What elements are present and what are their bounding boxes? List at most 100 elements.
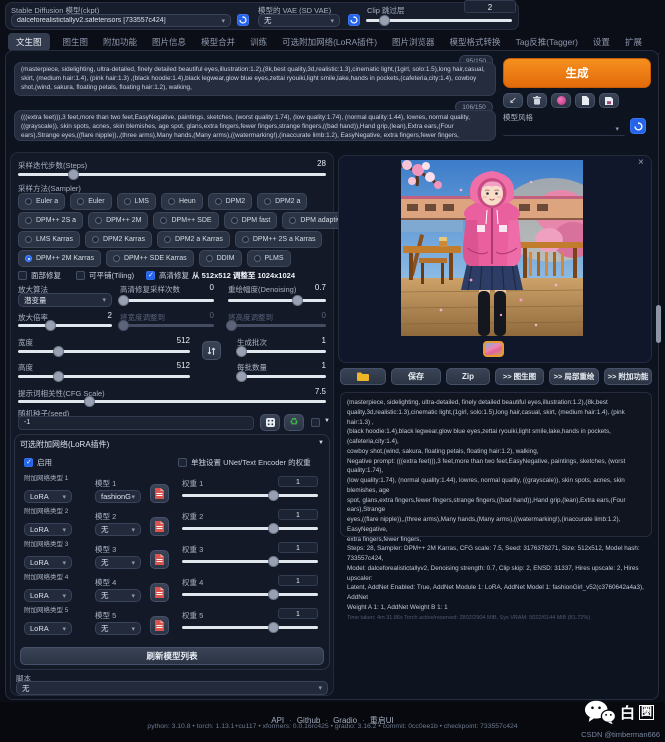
save-style-button[interactable] (599, 93, 619, 108)
lora-model-info-button[interactable] (150, 484, 169, 503)
tab-checkpoint-merger[interactable]: 模型合并 (199, 33, 237, 51)
tiling-checkbox[interactable] (76, 271, 85, 280)
lora-model-info-button[interactable] (150, 517, 169, 536)
lora-model-dropdown[interactable]: fashionG▾ (95, 490, 141, 503)
lora-model-dropdown[interactable]: 无▾ (95, 523, 141, 536)
sampler-option[interactable]: Heun (161, 193, 203, 210)
lora-weight-slider[interactable] (182, 593, 318, 596)
width-slider[interactable] (18, 350, 190, 353)
prompt-input[interactable]: (masterpiece, sidelighting, ultra-detail… (14, 62, 496, 96)
hires-steps-slider[interactable] (120, 299, 214, 302)
sampler-option[interactable]: DPM++ 2S a Karras (235, 231, 323, 248)
lora-weight-slider[interactable] (182, 527, 318, 530)
sampler-option[interactable]: DPM++ SDE (153, 212, 218, 229)
lora-model-info-button[interactable] (150, 616, 169, 635)
checkpoint-dropdown[interactable]: dalceforealistictallyv2.safetensors [733… (11, 14, 231, 27)
clear-prompt-button[interactable] (527, 93, 547, 108)
lora-weight-slider[interactable] (182, 626, 318, 629)
tab-tagger[interactable]: Tag反推(Tagger) (514, 33, 580, 51)
cfg-scale-value[interactable]: 7.5 (296, 387, 326, 396)
lora-weight-value[interactable]: 1 (278, 476, 318, 487)
sampler-option[interactable]: DPM fast (224, 212, 278, 229)
apply-style-button[interactable] (575, 93, 595, 108)
lora-type-dropdown[interactable]: LoRA▾ (24, 589, 72, 602)
batch-size-value[interactable]: 1 (296, 361, 326, 370)
sampler-option[interactable]: PLMS (247, 250, 291, 267)
steps-slider[interactable] (18, 173, 326, 176)
negative-prompt-input[interactable]: (((extra feet))),3 feet,more than two fe… (14, 110, 496, 141)
scrollbar-thumb[interactable] (656, 305, 661, 343)
lora-weight-value[interactable]: 1 (278, 542, 318, 553)
batch-size-slider[interactable] (237, 375, 326, 378)
lora-panel-title[interactable]: 可选附加网络(LoRA插件) (20, 439, 109, 450)
tab-extras[interactable]: 附加功能 (101, 33, 139, 51)
random-seed-button[interactable] (260, 414, 280, 431)
tab-additional-networks[interactable]: 可选附加网络(LoRA插件) (280, 33, 379, 51)
tab-settings[interactable]: 设置 (591, 33, 612, 51)
gallery-thumbnail[interactable] (483, 341, 504, 357)
steps-value[interactable]: 28 (300, 159, 326, 168)
lora-type-dropdown[interactable]: LoRA▾ (24, 490, 72, 503)
lora-model-dropdown[interactable]: 无▾ (95, 589, 141, 602)
clip-skip-value[interactable]: 2 (464, 0, 516, 13)
save-button[interactable]: 保存 (391, 368, 441, 385)
close-gallery-icon[interactable]: × (638, 157, 644, 168)
hires-fix-checkbox[interactable] (146, 271, 155, 280)
tab-model-converter[interactable]: 模型格式转换 (448, 33, 503, 51)
open-folder-button[interactable] (340, 368, 386, 385)
width-value[interactable]: 512 (160, 336, 190, 345)
tab-txt2img[interactable]: 文生图 (8, 33, 50, 51)
upscale-by-slider[interactable] (18, 324, 112, 327)
sampler-option-selected[interactable]: DPM++ 2M Karras (18, 250, 101, 267)
denoising-value[interactable]: 0.7 (306, 283, 326, 292)
tab-img2img[interactable]: 图生图 (61, 33, 91, 51)
styles-dropdown[interactable]: ▾ (503, 121, 625, 136)
generated-image[interactable] (401, 160, 583, 336)
sampler-option[interactable]: DPM++ 2M (88, 212, 148, 229)
lora-weight-slider[interactable] (182, 560, 318, 563)
face-restore-checkbox[interactable] (18, 271, 27, 280)
refresh-vae-button[interactable] (348, 14, 360, 26)
lora-type-dropdown[interactable]: LoRA▾ (24, 523, 72, 536)
sampler-option[interactable]: DPM2 a Karras (157, 231, 230, 248)
sampler-option[interactable]: Euler (70, 193, 111, 210)
zip-button[interactable]: Zip (446, 368, 490, 385)
sampler-option[interactable]: DPM++ 2S a (18, 212, 83, 229)
generate-button[interactable]: 生成 (503, 58, 651, 88)
lora-model-info-button[interactable] (150, 583, 169, 602)
vae-dropdown[interactable]: 无 ▾ (258, 14, 340, 27)
height-value[interactable]: 512 (160, 361, 190, 370)
sampler-option[interactable]: LMS Karras (18, 231, 80, 248)
lora-collapse-arrow-icon[interactable]: ▼ (318, 440, 324, 446)
refresh-checkpoint-button[interactable] (237, 14, 249, 26)
denoising-slider[interactable] (228, 299, 326, 302)
seed-expand-arrow-icon[interactable]: ▼ (324, 418, 330, 424)
seed-input[interactable]: -1 (18, 416, 254, 430)
height-slider[interactable] (18, 375, 190, 378)
send-to-img2img-button[interactable]: >> 图生图 (495, 368, 544, 385)
lora-type-dropdown[interactable]: LoRA▾ (24, 556, 72, 569)
tab-png-info[interactable]: 图片信息 (150, 33, 188, 51)
refresh-styles-button[interactable] (630, 118, 646, 134)
refresh-models-button[interactable]: 刷新模型列表 (20, 647, 324, 665)
lora-weight-slider[interactable] (182, 494, 318, 497)
sampler-option[interactable]: DPM2 Karras (85, 231, 152, 248)
lora-weight-value[interactable]: 1 (278, 608, 318, 619)
swap-dimensions-button[interactable] (202, 341, 221, 360)
lora-weight-value[interactable]: 1 (278, 509, 318, 520)
upscale-by-value[interactable]: 2 (92, 311, 112, 320)
sampler-option[interactable]: Euler a (18, 193, 65, 210)
hires-steps-value[interactable]: 0 (196, 283, 214, 292)
extra-networks-button[interactable] (551, 93, 571, 108)
batch-count-value[interactable]: 1 (296, 336, 326, 345)
lora-separate-weights-checkbox[interactable] (178, 458, 187, 467)
upscaler-dropdown[interactable]: 潜变量 ▾ (18, 293, 112, 307)
lora-weight-value[interactable]: 1 (278, 575, 318, 586)
send-to-inpaint-button[interactable]: >> 局部重绘 (549, 368, 599, 385)
lora-model-dropdown[interactable]: 无▾ (95, 622, 141, 635)
send-to-extras-button[interactable]: >> 附加功能 (604, 368, 652, 385)
sampler-option[interactable]: DDIM (199, 250, 242, 267)
lora-model-info-button[interactable] (150, 550, 169, 569)
tab-image-browser[interactable]: 图片浏览器 (390, 33, 437, 51)
tab-extensions[interactable]: 扩展 (623, 33, 644, 51)
